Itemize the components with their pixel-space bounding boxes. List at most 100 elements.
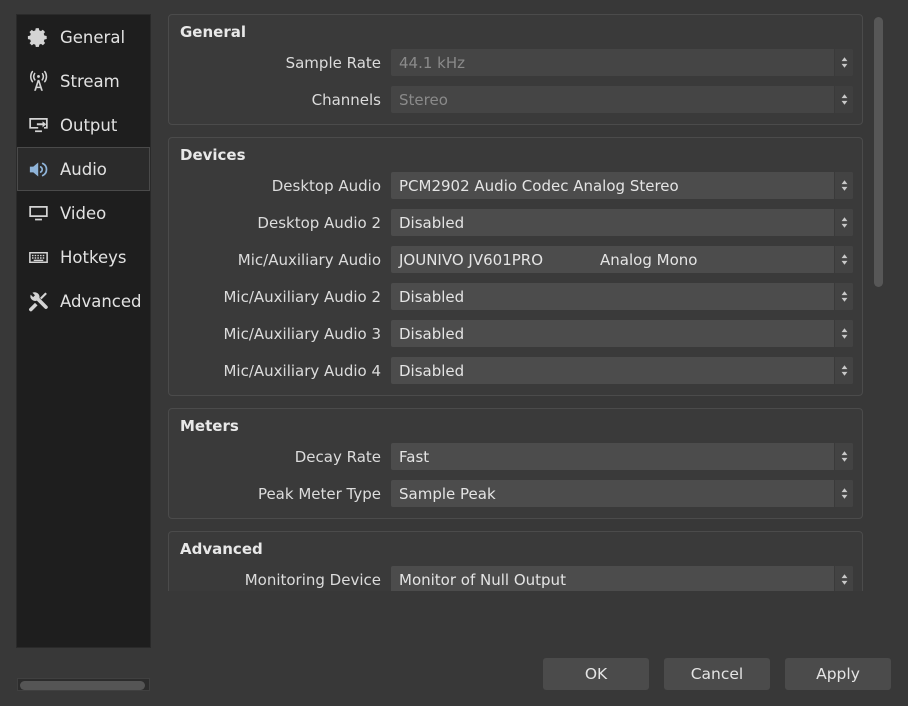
field-label: Channels	[311, 90, 381, 109]
field-row: Desktop Audio PCM2902 Audio Codec Analog …	[178, 171, 853, 200]
sidebar-item-general[interactable]: General	[17, 15, 150, 59]
chevron-updown-icon[interactable]	[834, 320, 853, 347]
chevron-updown-icon	[834, 86, 853, 113]
combobox-value-primary: 44.1 kHz	[399, 53, 466, 72]
group-title: Advanced	[180, 540, 263, 558]
sidebar-item-label: Advanced	[60, 291, 142, 311]
combobox-value: Stereo	[391, 86, 834, 113]
field-label: Mic/Auxiliary Audio	[237, 250, 381, 269]
combobox-channels: Stereo	[391, 86, 853, 113]
chevron-updown-icon[interactable]	[834, 172, 853, 199]
sidebar-item-label: Stream	[60, 71, 120, 91]
field-row: Mic/Auxiliary Audio 4 Disabled	[178, 356, 853, 385]
chevron-updown-icon[interactable]	[834, 246, 853, 273]
broadcast-icon	[25, 68, 51, 94]
combobox-value-primary: Disabled	[399, 287, 465, 306]
settings-group-advanced: Advanced Monitoring Device Monitor of Null…	[168, 531, 863, 591]
chevron-updown-icon[interactable]	[834, 357, 853, 384]
field-row: Peak Meter Type Sample Peak	[178, 479, 853, 508]
field-label: Desktop Audio	[271, 176, 381, 195]
monitor-icon	[25, 200, 51, 226]
combobox-value-primary: Sample Peak	[399, 484, 496, 503]
settings-scroll-viewport: General Sample Rate 44.1 kHz Channels Stereo…	[168, 14, 863, 591]
combobox-monitoring-device[interactable]: Monitor of Null Output	[391, 566, 853, 591]
settings-group-meters: Meters Decay Rate Fast Peak Meter Type Sampl…	[168, 408, 863, 519]
combobox-value-secondary: Analog Mono	[600, 250, 698, 269]
combobox-value-primary: Stereo	[399, 90, 448, 109]
combobox-decay-rate[interactable]: Fast	[391, 443, 853, 470]
field-label: Sample Rate	[285, 53, 381, 72]
group-title: Devices	[180, 146, 246, 164]
field-row: Mic/Auxiliary Audio 2 Disabled	[178, 282, 853, 311]
sidebar-item-video[interactable]: Video	[17, 191, 150, 235]
field-row: Mic/Auxiliary Audio 3 Disabled	[178, 319, 853, 348]
chevron-updown-icon[interactable]	[834, 443, 853, 470]
combobox-value-primary: Disabled	[399, 361, 465, 380]
sidebar-item-label: Hotkeys	[60, 247, 127, 267]
combobox-value: Disabled	[391, 320, 834, 347]
chevron-updown-icon[interactable]	[834, 209, 853, 236]
cancel-button[interactable]: Cancel	[664, 658, 770, 690]
sidebar-item-hotkeys[interactable]: Hotkeys	[17, 235, 150, 279]
ok-button[interactable]: OK	[543, 658, 649, 690]
combobox-value: Fast	[391, 443, 834, 470]
combobox-mic-auxiliary-audio-2[interactable]: Disabled	[391, 283, 853, 310]
chevron-updown-icon[interactable]	[834, 283, 853, 310]
field-label: Decay Rate	[294, 447, 381, 466]
field-label: Mic/Auxiliary Audio 2	[223, 287, 381, 306]
settings-content: General Sample Rate 44.1 kHz Channels Stereo…	[168, 14, 863, 591]
sidebar-item-label: Output	[60, 115, 118, 135]
settings-vertical-scrollbar[interactable]	[872, 14, 885, 591]
combobox-value-primary: Disabled	[399, 324, 465, 343]
field-row: Desktop Audio 2 Disabled	[178, 208, 853, 237]
combobox-desktop-audio-2[interactable]: Disabled	[391, 209, 853, 236]
field-row: Monitoring Device Monitor of Null Output	[178, 565, 853, 591]
field-label: Monitoring Device	[244, 570, 381, 589]
field-row: Mic/Auxiliary Audio JOUNIVO JV601PRO Analo…	[178, 245, 853, 274]
combobox-value: Disabled	[391, 209, 834, 236]
combobox-value: Monitor of Null Output	[391, 566, 834, 591]
combobox-value-primary: Disabled	[399, 213, 465, 232]
settings-sidebar[interactable]: General Stream Output Audio Video Hotkeys Adva…	[16, 14, 151, 648]
combobox-value-primary: Monitor of Null Output	[399, 570, 566, 589]
monitor-out-icon	[25, 112, 51, 138]
dialog-button-bar: OK Cancel Apply	[0, 658, 908, 690]
sidebar-item-audio[interactable]: Audio	[17, 147, 150, 191]
combobox-desktop-audio[interactable]: PCM2902 Audio Codec Analog Stereo	[391, 172, 853, 199]
combobox-value-primary: PCM2902 Audio Codec Analog Stereo	[399, 176, 679, 195]
field-row: Channels Stereo	[178, 85, 853, 114]
combobox-value-primary: JOUNIVO JV601PRO	[399, 250, 544, 269]
combobox-mic-auxiliary-audio-4[interactable]: Disabled	[391, 357, 853, 384]
sidebar-item-label: Video	[60, 203, 107, 223]
combobox-value: 44.1 kHz	[391, 49, 834, 76]
settings-group-general: General Sample Rate 44.1 kHz Channels Stereo	[168, 14, 863, 125]
field-label: Desktop Audio 2	[257, 213, 381, 232]
apply-button[interactable]: Apply	[785, 658, 891, 690]
combobox-peak-meter-type[interactable]: Sample Peak	[391, 480, 853, 507]
combobox-sample-rate: 44.1 kHz	[391, 49, 853, 76]
chevron-updown-icon	[834, 49, 853, 76]
field-row: Decay Rate Fast	[178, 442, 853, 471]
field-row: Sample Rate 44.1 kHz	[178, 48, 853, 77]
chevron-updown-icon[interactable]	[834, 480, 853, 507]
speaker-icon	[25, 156, 51, 182]
sidebar-item-stream[interactable]: Stream	[17, 59, 150, 103]
field-label: Mic/Auxiliary Audio 4	[223, 361, 381, 380]
sidebar-item-output[interactable]: Output	[17, 103, 150, 147]
sidebar-item-advanced[interactable]: Advanced	[17, 279, 150, 323]
group-title: General	[180, 23, 246, 41]
combobox-value: Disabled	[391, 357, 834, 384]
sidebar-item-label: General	[60, 27, 126, 47]
combobox-value: Disabled	[391, 283, 834, 310]
combobox-value: PCM2902 Audio Codec Analog Stereo	[391, 172, 834, 199]
combobox-mic-auxiliary-audio[interactable]: JOUNIVO JV601PRO Analog Mono	[391, 246, 853, 273]
combobox-value: Sample Peak	[391, 480, 834, 507]
group-title: Meters	[180, 417, 239, 435]
combobox-value: JOUNIVO JV601PRO Analog Mono	[391, 246, 834, 273]
combobox-mic-auxiliary-audio-3[interactable]: Disabled	[391, 320, 853, 347]
chevron-updown-icon[interactable]	[834, 566, 853, 591]
gear-icon	[25, 24, 51, 50]
keyboard-icon	[25, 244, 51, 270]
combobox-value-primary: Fast	[399, 447, 430, 466]
settings-vertical-scrollbar-thumb[interactable]	[874, 17, 883, 287]
